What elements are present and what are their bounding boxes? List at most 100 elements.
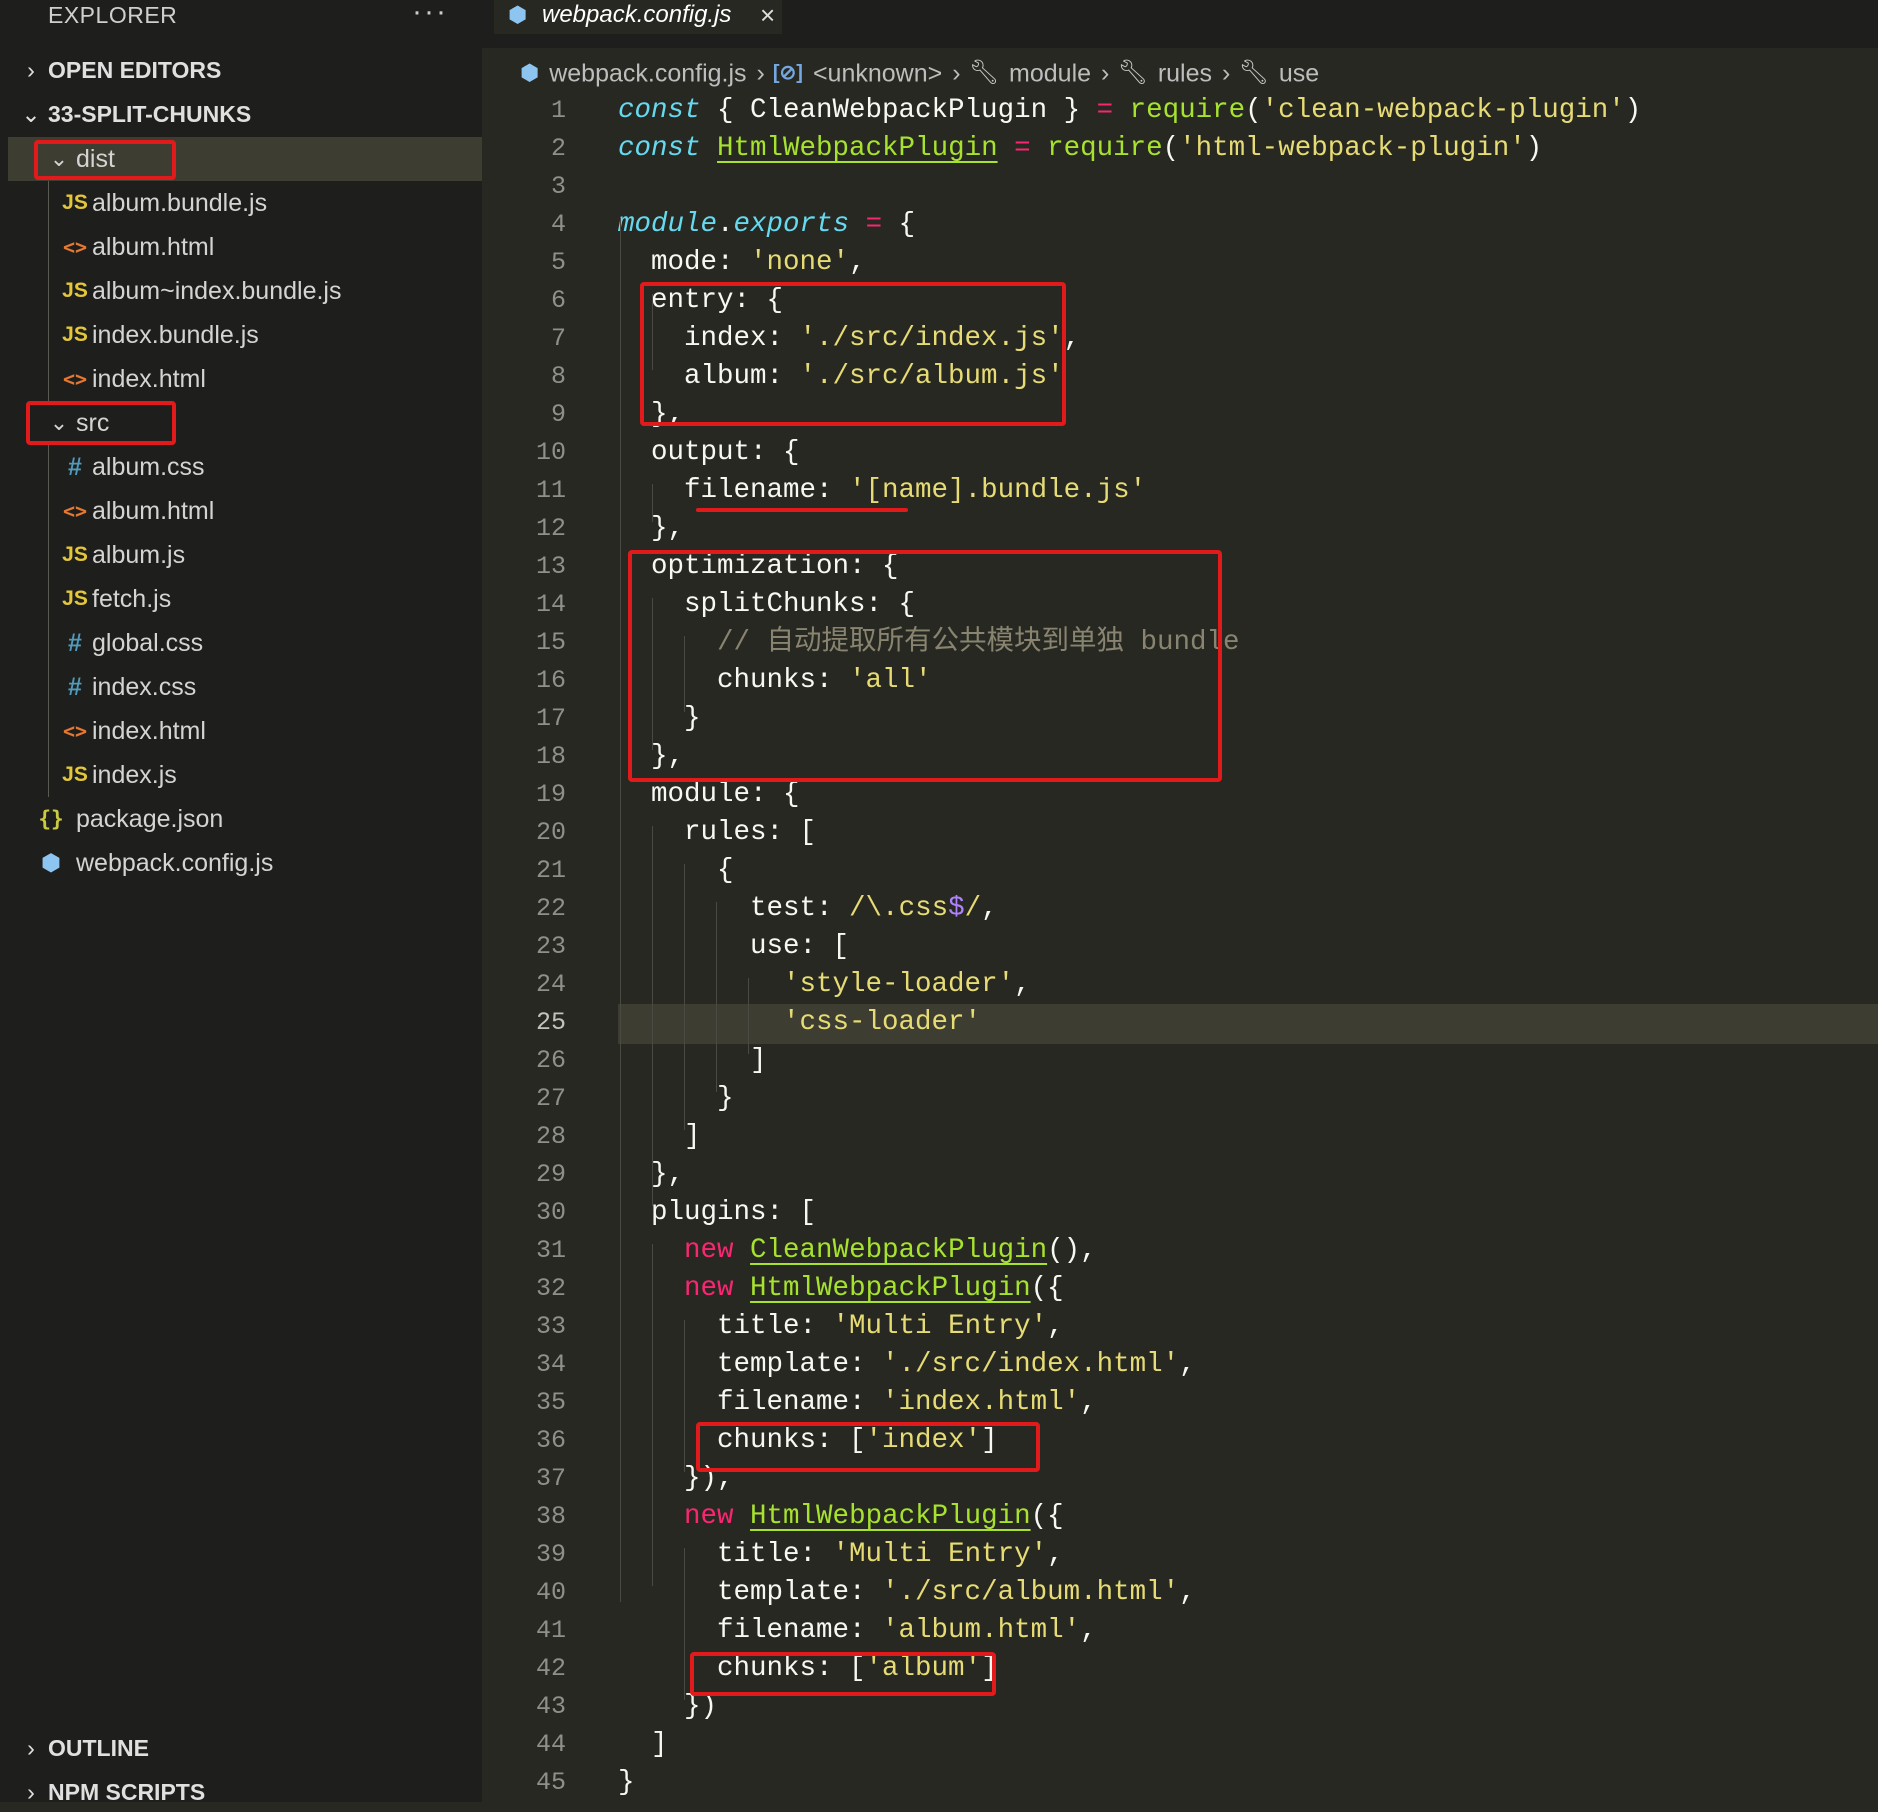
file-item[interactable]: JS album.js [8,533,482,577]
code-text: ] [618,1726,668,1764]
code-line[interactable]: 27 } [482,1080,1878,1118]
section-outline[interactable]: › OUTLINE [0,1728,482,1768]
code-line[interactable]: 24 'style-loader', [482,966,1878,1004]
code-text: splitChunks: { [618,586,915,624]
file-item[interactable]: <> album.html [8,225,482,269]
code-line[interactable]: 16 chunks: 'all' [482,662,1878,700]
code-token: }, [618,513,685,544]
code-line[interactable]: 8 album: './src/album.js' [482,358,1878,396]
code-line[interactable]: 4 module.exports = { [482,206,1878,244]
folder-dist[interactable]: ⌄ dist [8,137,482,181]
line-number: 41 [535,1616,566,1645]
code-line[interactable]: 36 chunks: ['index'] [482,1422,1878,1460]
code-line[interactable]: 10 output: { [482,434,1878,472]
breadcrumb-item-use[interactable]: use [1279,59,1319,87]
breadcrumb-separator-icon: › [952,59,961,88]
code-editor[interactable]: 1 const { CleanWebpackPlugin } = require(… [482,92,1878,1802]
file-item[interactable]: JS index.js [8,753,482,797]
section-open-editors[interactable]: › OPEN EDITORS [0,50,482,90]
code-line[interactable]: 28 ] [482,1118,1878,1156]
breadcrumb-item-unknown[interactable]: <unknown> [813,59,942,87]
code-line[interactable]: 11 filename: '[name].bundle.js' [482,472,1878,510]
file-item[interactable]: # index.css [8,665,482,709]
tab-webpack-config[interactable]: ⬢ webpack.config.js × [494,0,782,34]
code-line[interactable]: 32 new HtmlWebpackPlugin({ [482,1270,1878,1308]
close-icon[interactable]: × [760,0,775,30]
line-number: 18 [535,742,566,771]
code-line[interactable]: 31 new CleanWebpackPlugin(), [482,1232,1878,1270]
code-line[interactable]: 7 index: './src/index.js', [482,320,1878,358]
code-token: / [964,893,982,924]
code-line[interactable]: 43 }) [482,1688,1878,1726]
code-token: module [618,209,718,240]
file-item[interactable]: JS album~index.bundle.js [8,269,482,313]
section-label: OUTLINE [48,1735,149,1761]
code-line[interactable]: 44 ] [482,1726,1878,1764]
code-line[interactable]: 2 const HtmlWebpackPlugin = require('html… [482,130,1878,168]
code-token: mode: [618,247,751,278]
code-line[interactable]: 18 }, [482,738,1878,776]
code-line[interactable]: 19 module: { [482,776,1878,814]
code-token: css [898,893,949,924]
line-number: 7 [550,324,566,353]
code-token: 'index' [865,1425,982,1456]
code-line[interactable]: 29 }, [482,1156,1878,1194]
code-token: 'album' [865,1653,982,1684]
code-line[interactable]: 26 ] [482,1042,1878,1080]
breadcrumb-item-module[interactable]: module [1009,59,1091,87]
code-text: 'style-loader', [618,966,1031,1004]
breadcrumb-file[interactable]: webpack.config.js [549,59,746,87]
code-line[interactable]: 23 use: [ [482,928,1878,966]
code-line[interactable]: 14 splitChunks: { [482,586,1878,624]
code-line[interactable]: 13 optimization: { [482,548,1878,586]
code-line[interactable]: 25 'css-loader' [482,1004,1878,1042]
section-label: OPEN EDITORS [48,57,222,83]
file-item[interactable]: <> index.html [8,709,482,753]
code-line[interactable]: 9 }, [482,396,1878,434]
code-line[interactable]: 33 title: 'Multi Entry', [482,1308,1878,1346]
code-line[interactable]: 39 title: 'Multi Entry', [482,1536,1878,1574]
file-item[interactable]: # album.css [8,445,482,489]
code-line[interactable]: 12 }, [482,510,1878,548]
code-line[interactable]: 21 { [482,852,1878,890]
file-item[interactable]: <> album.html [8,489,482,533]
file-item[interactable]: <> index.html [8,357,482,401]
file-item[interactable]: ⬢ webpack.config.js [8,841,482,885]
folder-src[interactable]: ⌄ src [8,401,482,445]
code-line[interactable]: 20 rules: [ [482,814,1878,852]
code-line[interactable]: 37 }), [482,1460,1878,1498]
code-line[interactable]: 22 test: /\.css$/, [482,890,1878,928]
file-item[interactable]: {} package.json [8,797,482,841]
code-line[interactable]: 5 mode: 'none', [482,244,1878,282]
code-line[interactable]: 17 } [482,700,1878,738]
indent-guide [684,1320,685,1472]
json-file-icon: {} [38,807,64,831]
line-number: 22 [535,894,566,923]
code-line[interactable]: 34 template: './src/index.html', [482,1346,1878,1384]
code-text: output: { [618,434,800,472]
code-token: ] [981,1653,998,1684]
file-item[interactable]: JS fetch.js [8,577,482,621]
code-line[interactable]: 6 entry: { [482,282,1878,320]
file-item[interactable]: JS index.bundle.js [8,313,482,357]
more-actions-icon[interactable]: ··· [412,0,448,30]
code-line[interactable]: 35 filename: 'index.html', [482,1384,1878,1422]
code-token: ({ [1030,1501,1064,1532]
code-line[interactable]: 42 chunks: ['album'] [482,1650,1878,1688]
chevron-down-icon: ⌄ [21,101,41,127]
breadcrumb-item-rules[interactable]: rules [1158,59,1212,87]
code-line[interactable]: 30 plugins: [ [482,1194,1878,1232]
file-item[interactable]: # global.css [8,621,482,665]
section-project[interactable]: ⌄ 33-SPLIT-CHUNKS [0,94,482,134]
file-item[interactable]: JS album.bundle.js [8,181,482,225]
code-line[interactable]: 38 new HtmlWebpackPlugin({ [482,1498,1878,1536]
code-line[interactable]: 1 const { CleanWebpackPlugin } = require(… [482,92,1878,130]
section-npm-scripts[interactable]: › NPM SCRIPTS [0,1772,482,1812]
wrench-icon: 🔧︎ [1238,59,1269,87]
code-line[interactable]: 45} [482,1764,1878,1802]
code-line[interactable]: 15 // 自动提取所有公共模块到单独 bundle [482,624,1878,662]
code-line[interactable]: 3 [482,168,1878,206]
code-line[interactable]: 41 filename: 'album.html', [482,1612,1878,1650]
code-line[interactable]: 40 template: './src/album.html', [482,1574,1878,1612]
line-number: 17 [535,704,566,733]
